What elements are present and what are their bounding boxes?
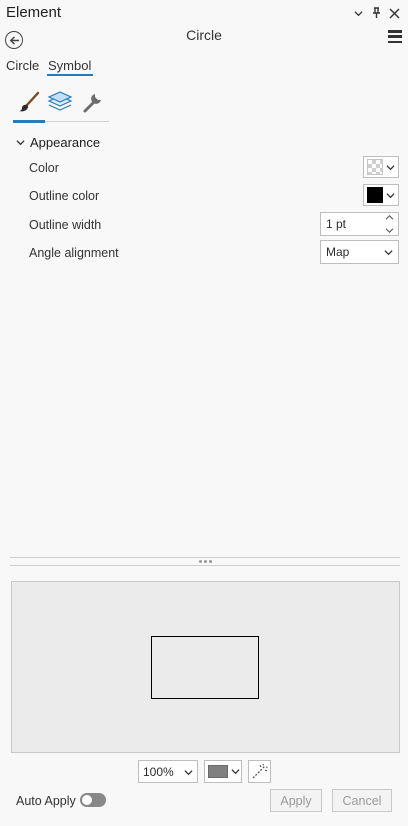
outline-color-label: Outline color — [29, 189, 100, 203]
grip-dot — [199, 560, 202, 563]
icon-tab-structure[interactable] — [77, 88, 109, 116]
appearance-section-label: Appearance — [30, 135, 101, 150]
preview-shape — [151, 636, 259, 699]
toggle-knob — [82, 795, 92, 805]
outline-color-picker-button[interactable] — [363, 184, 399, 206]
splitter-grip-icon[interactable] — [199, 560, 212, 563]
magic-wand-icon — [252, 763, 268, 779]
chevron-down-icon — [353, 10, 363, 16]
chevron-down-icon — [184, 768, 193, 777]
hamburger-menu-button[interactable] — [388, 30, 402, 43]
appearance-section-header[interactable]: Appearance — [16, 135, 100, 150]
close-button[interactable] — [386, 5, 402, 21]
auto-apply-toggle[interactable] — [80, 793, 106, 807]
chevron-down-icon[interactable] — [385, 227, 394, 234]
menu-line — [388, 40, 402, 43]
outline-width-label: Outline width — [29, 218, 102, 232]
chevron-down-icon — [386, 163, 395, 172]
outline-width-value: 1 pt — [326, 217, 347, 231]
grip-dot — [204, 560, 207, 563]
background-color-swatch — [208, 765, 228, 778]
chevron-down-icon — [231, 767, 240, 776]
tab-symbol[interactable]: Symbol — [48, 58, 91, 73]
tab-circle[interactable]: Circle — [6, 58, 39, 73]
outline-width-spinner[interactable]: 1 pt — [320, 212, 399, 236]
outline-color-swatch — [367, 187, 383, 203]
paintbrush-icon — [19, 91, 40, 112]
pane-options-dropdown[interactable] — [350, 5, 366, 21]
zoom-value: 100% — [143, 765, 174, 779]
wrench-icon — [83, 94, 101, 113]
chevron-up-icon[interactable] — [385, 214, 394, 221]
chevron-down-icon — [16, 140, 25, 146]
active-icon-tab-indicator — [13, 120, 45, 123]
element-type-title: Circle — [186, 27, 222, 43]
color-picker-button[interactable] — [363, 156, 399, 178]
reset-preview-button[interactable] — [248, 760, 271, 783]
chevron-down-icon — [384, 248, 393, 257]
chevron-down-icon — [386, 191, 395, 200]
icon-tab-properties[interactable] — [13, 88, 45, 116]
color-label: Color — [29, 161, 59, 175]
apply-button[interactable]: Apply — [270, 789, 322, 812]
angle-alignment-value: Map — [326, 245, 350, 259]
cancel-button[interactable]: Cancel — [332, 789, 392, 812]
menu-line — [388, 35, 402, 38]
pin-button[interactable] — [368, 5, 384, 21]
color-swatch — [367, 159, 383, 175]
pin-icon — [372, 7, 380, 18]
pane-title: Element — [6, 4, 62, 21]
layers-icon — [47, 91, 73, 111]
angle-alignment-label: Angle alignment — [29, 246, 119, 260]
preview-background-button[interactable] — [204, 760, 242, 783]
active-tab-indicator — [47, 74, 93, 76]
menu-line — [388, 30, 402, 33]
icon-tab-layers[interactable] — [44, 88, 76, 116]
angle-alignment-select[interactable]: Map — [320, 240, 399, 264]
close-icon — [389, 8, 399, 18]
zoom-select[interactable]: 100% — [138, 760, 198, 783]
grip-dot — [209, 560, 212, 563]
auto-apply-label: Auto Apply — [16, 794, 76, 808]
